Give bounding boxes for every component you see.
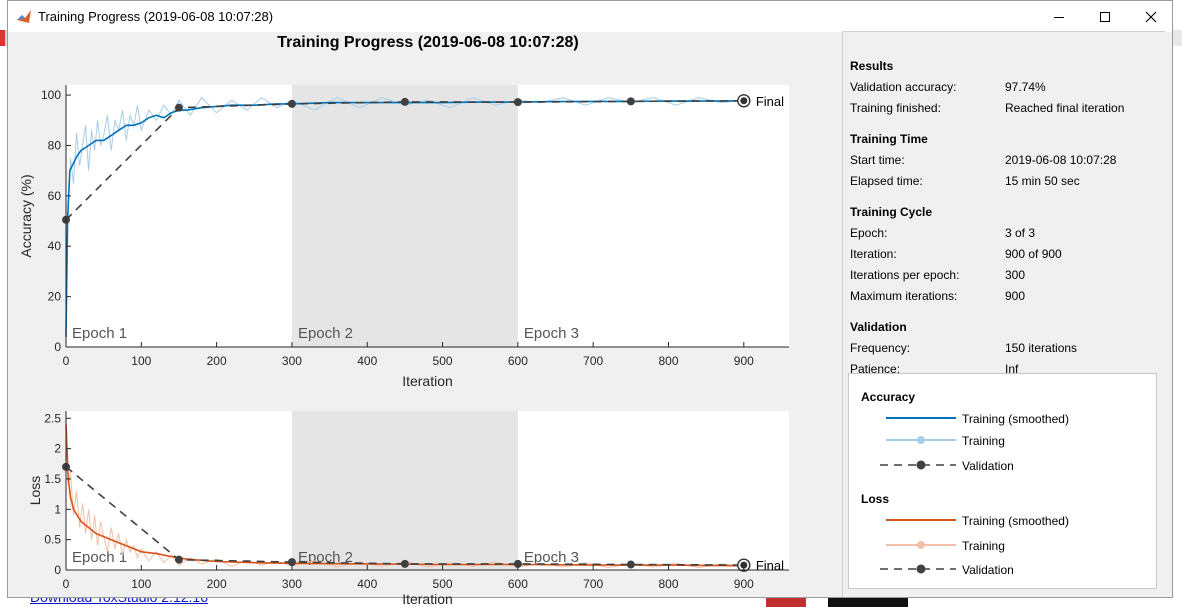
loss-x-tick-label: 800	[658, 577, 678, 591]
loss-x-tick-label: 0	[63, 577, 70, 591]
loss-x-tick-label: 100	[131, 577, 151, 591]
loss-x-axis-label: Iteration	[402, 591, 453, 607]
legend-accuracy-smoothed-label: Training (smoothed)	[962, 412, 1069, 426]
accuracy-y-tick-label: 40	[48, 239, 62, 253]
frequency-value: 150 iterations	[1005, 341, 1078, 355]
legend-accuracy-heading: Accuracy	[861, 390, 916, 404]
minimize-button[interactable]	[1036, 1, 1082, 32]
accuracy-x-tick-label: 600	[508, 354, 528, 368]
loss-x-tick-label: 900	[734, 577, 754, 591]
accuracy-x-tick-label: 900	[734, 354, 754, 368]
accuracy-x-tick-label: 0	[63, 354, 70, 368]
validation-accuracy-value: 97.74%	[1005, 80, 1046, 94]
training-finished-label: Training finished:	[850, 101, 941, 115]
loss-x-tick-label: 600	[508, 577, 528, 591]
training-progress-plots: Epoch 1 Epoch 2 Epoch 3Final0204060801000 1…	[18, 85, 789, 607]
accuracy-epoch-3-label: Epoch 3	[524, 325, 579, 342]
legend-accuracy-validation-label: Validation	[962, 459, 1014, 473]
epoch-value: 3 of 3	[1005, 226, 1036, 240]
accuracy-y-tick-label: 100	[41, 88, 61, 102]
accuracy-validation-point	[174, 103, 183, 112]
accuracy-x-tick-label: 300	[282, 354, 302, 368]
accuracy-x-tick-label: 800	[658, 354, 678, 368]
frequency-label: Frequency:	[850, 341, 911, 355]
maximize-icon	[1100, 11, 1110, 22]
loss-validation-point	[287, 558, 296, 567]
accuracy-final-label: Final	[756, 94, 784, 109]
loss-y-axis-label: Loss	[27, 476, 43, 506]
loss-x-tick-label: 500	[433, 577, 453, 591]
start-time-label: Start time:	[850, 153, 905, 167]
accuracy-validation-point	[740, 97, 748, 105]
accuracy-validation-point	[626, 97, 635, 106]
maximum-iterations-value: 900	[1005, 289, 1026, 303]
elapsed-time-value: 15 min 50 sec	[1005, 174, 1080, 188]
epoch-label: Epoch:	[850, 226, 888, 240]
loss-y-tick-label: 0	[54, 563, 61, 577]
legend-accuracy-validation-swatch	[880, 460, 956, 470]
loss-x-tick-label: 300	[282, 577, 302, 591]
accuracy-x-tick-label: 200	[207, 354, 227, 368]
legend-loss-heading: Loss	[861, 492, 890, 506]
validation-accuracy-label: Validation accuracy:	[850, 80, 957, 94]
loss-y-tick-label: 2.5	[44, 411, 61, 425]
accuracy-x-tick-label: 400	[357, 354, 377, 368]
legend-loss-validation-label: Validation	[962, 563, 1014, 577]
accuracy-x-tick-label: 500	[433, 354, 453, 368]
loss-x-tick-label: 200	[207, 577, 227, 591]
start-time-value: 2019-06-08 10:07:28	[1005, 153, 1117, 167]
accuracy-epoch-2-shade	[291, 85, 518, 347]
accuracy-x-axis-label: Iteration	[402, 373, 453, 389]
accuracy-validation-point	[400, 97, 409, 106]
legend-accuracy-training-label: Training	[962, 434, 1005, 448]
loss-final-label: Final	[756, 558, 784, 573]
loss-validation-point	[626, 560, 635, 569]
accuracy-y-tick-label: 20	[48, 290, 62, 304]
minimize-icon	[1054, 16, 1064, 18]
iterations-per-epoch-value: 300	[1005, 268, 1026, 282]
legend-loss-smoothed-label: Training (smoothed)	[962, 514, 1069, 528]
iteration-value: 900 of 900	[1005, 247, 1062, 261]
elapsed-time-label: Elapsed time:	[850, 174, 923, 188]
close-button[interactable]	[1128, 1, 1174, 32]
loss-epoch-1-label: Epoch 1	[72, 549, 127, 566]
accuracy-epoch-2-label: Epoch 2	[298, 325, 353, 342]
loss-x-tick-label: 700	[583, 577, 603, 591]
accuracy-epoch-1-label: Epoch 1	[72, 325, 127, 342]
loss-y-tick-label: 1	[54, 502, 61, 516]
accuracy-y-tick-label: 0	[54, 340, 61, 354]
loss-epoch-2-shade	[291, 411, 518, 570]
loss-validation-point	[174, 555, 183, 564]
validation-heading: Validation	[850, 320, 907, 334]
iteration-label: Iteration:	[850, 247, 897, 261]
maximize-button[interactable]	[1082, 1, 1128, 32]
close-icon	[1145, 11, 1157, 22]
accuracy-y-tick-label: 80	[48, 138, 62, 152]
loss-y-tick-label: 2	[54, 442, 61, 456]
accuracy-x-tick-label: 700	[583, 354, 603, 368]
training-cycle-heading: Training Cycle	[850, 205, 933, 219]
training-finished-value: Reached final iteration	[1005, 101, 1125, 115]
legend-loss-smoothed-swatch	[886, 519, 956, 521]
accuracy-validation-point	[513, 98, 522, 107]
legend: Accuracy Training (smoothed) Training Va…	[848, 373, 1157, 589]
iterations-per-epoch-label: Iterations per epoch:	[850, 268, 960, 282]
loss-x-tick-label: 400	[357, 577, 377, 591]
loss-validation-point	[400, 559, 409, 568]
accuracy-y-axis-label: Accuracy (%)	[18, 174, 34, 257]
accuracy-y-tick-label: 60	[48, 189, 62, 203]
legend-loss-validation-swatch	[880, 564, 956, 574]
legend-loss-training-label: Training	[962, 539, 1005, 553]
results-heading: Results	[850, 59, 894, 73]
legend-accuracy-smoothed-swatch	[886, 417, 956, 419]
loss-y-tick-label: 0.5	[44, 533, 61, 547]
maximum-iterations-label: Maximum iterations:	[850, 289, 958, 303]
accuracy-x-tick-label: 100	[131, 354, 151, 368]
legend-accuracy-training-swatch	[886, 436, 956, 444]
background-window-edge-right	[1172, 30, 1182, 46]
legend-loss-training-swatch	[886, 541, 956, 549]
accuracy-validation-point	[287, 99, 296, 108]
training-time-heading: Training Time	[850, 132, 928, 146]
loss-y-tick-label: 1.5	[44, 472, 61, 486]
